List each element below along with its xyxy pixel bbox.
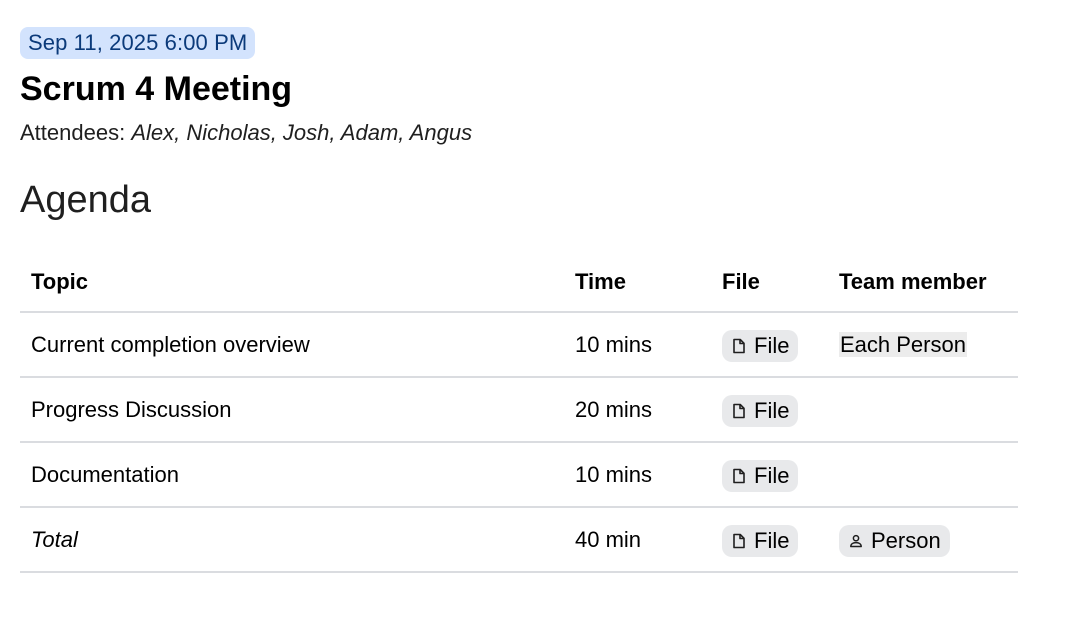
file-cell: File: [711, 312, 828, 377]
file-icon: [732, 468, 746, 484]
column-header-time: Time: [575, 269, 626, 294]
time-cell-total[interactable]: 40 min: [564, 507, 711, 572]
team-member-cell[interactable]: Each Person: [828, 312, 1018, 377]
topic-cell[interactable]: Documentation: [20, 442, 564, 507]
file-chip-label: File: [754, 332, 790, 358]
topic-cell[interactable]: Current completion overview: [20, 312, 564, 377]
person-icon: [849, 534, 863, 548]
time-cell[interactable]: 10 mins: [564, 312, 711, 377]
time-cell[interactable]: 20 mins: [564, 377, 711, 442]
file-chip-label: File: [754, 397, 790, 423]
column-header-team-member: Team member: [839, 269, 987, 294]
team-member-cell[interactable]: [828, 442, 1018, 507]
file-chip[interactable]: File: [722, 394, 799, 427]
file-chip[interactable]: File: [722, 459, 799, 492]
meeting-title: Scrum 4 Meeting: [20, 70, 293, 108]
attendees-label: Attendees:: [20, 120, 132, 145]
time-cell[interactable]: 10 mins: [564, 442, 711, 507]
attendees-line: Attendees: Alex, Nicholas, Josh, Adam, A…: [20, 119, 1018, 147]
team-member-text: Each Person: [839, 331, 967, 357]
file-cell: File: [711, 442, 828, 507]
column-header-file: File: [722, 269, 760, 294]
file-cell: File: [711, 377, 828, 442]
table-row: Progress Discussion 20 mins File: [20, 377, 1018, 442]
agenda-header-row: Topic Time File Team member: [20, 253, 1018, 312]
team-member-cell: Person: [828, 507, 1018, 572]
file-chip-label: File: [754, 527, 790, 553]
table-row: Current completion overview 10 mins File…: [20, 312, 1018, 377]
file-chip-label: File: [754, 462, 790, 488]
column-header-topic: Topic: [31, 269, 89, 294]
file-icon: [732, 403, 746, 419]
file-icon: [732, 338, 746, 354]
file-cell: File: [711, 507, 828, 572]
meeting-date-chip[interactable]: Sep 11, 2025 6:00 PM: [20, 27, 256, 59]
topic-cell[interactable]: Progress Discussion: [20, 377, 564, 442]
table-row-total: Total 40 min File Person: [20, 507, 1018, 572]
attendees-names: Alex, Nicholas, Josh, Adam, Angus: [131, 120, 473, 145]
file-chip[interactable]: File: [722, 524, 799, 557]
agenda-heading: Agenda: [20, 179, 152, 221]
agenda-table: Topic Time File Team member Current comp…: [20, 253, 1018, 573]
file-icon: [732, 533, 746, 549]
person-chip[interactable]: Person: [839, 524, 950, 557]
table-row: Documentation 10 mins File: [20, 442, 1018, 507]
team-member-cell[interactable]: [828, 377, 1018, 442]
file-chip[interactable]: File: [722, 329, 799, 362]
person-chip-label: Person: [871, 527, 941, 553]
topic-cell-total[interactable]: Total: [20, 507, 564, 572]
meeting-notes-document: Sep 11, 2025 6:00 PM Scrum 4 Meeting Att…: [20, 27, 1018, 573]
